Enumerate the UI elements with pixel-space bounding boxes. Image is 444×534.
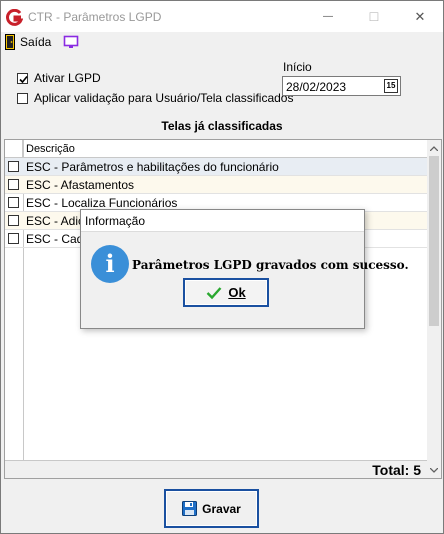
maximize-icon: ☐ bbox=[368, 9, 380, 24]
aplicar-validacao-label: Aplicar validação para Usuário/Tela clas… bbox=[34, 91, 294, 105]
checkmark-icon bbox=[206, 286, 222, 299]
row-checkbox[interactable] bbox=[8, 233, 19, 244]
row-checkbox[interactable] bbox=[8, 179, 19, 190]
scroll-up-button[interactable] bbox=[427, 140, 441, 156]
row-checkbox[interactable] bbox=[8, 161, 19, 172]
row-description: ESC - Parâmetros e habilitações do funci… bbox=[26, 160, 279, 174]
table-row[interactable]: ESC - Parâmetros e habilitações do funci… bbox=[5, 158, 427, 176]
monitor-icon[interactable] bbox=[63, 34, 79, 50]
calendar-icon[interactable]: 15 bbox=[384, 79, 398, 93]
ativar-lgpd-label: Ativar LGPD bbox=[34, 71, 101, 85]
maximize-button[interactable]: ☐ bbox=[351, 1, 397, 32]
row-description: ESC - Adiç bbox=[26, 214, 85, 228]
grid-footer: Total: 5 bbox=[5, 460, 427, 478]
row-description: ESC - Afastamentos bbox=[26, 178, 135, 192]
close-icon: ✕ bbox=[414, 8, 426, 24]
total-count: Total: 5 bbox=[372, 462, 421, 478]
scroll-thumb[interactable] bbox=[429, 156, 439, 326]
row-description: ESC - Localiza Funcionários bbox=[26, 196, 178, 210]
inicio-date-field[interactable]: 28/02/2023 15 bbox=[282, 76, 401, 96]
gravar-label: Gravar bbox=[202, 501, 241, 516]
inicio-date-value: 28/02/2023 bbox=[286, 80, 347, 94]
scroll-down-button[interactable] bbox=[427, 462, 441, 478]
dialog-message: Parâmetros LGPD gravados com sucesso. bbox=[132, 258, 409, 272]
information-dialog: Informação i Parâmetros LGPD gravados co… bbox=[80, 209, 409, 329]
grid-header: Descrição bbox=[5, 140, 427, 158]
row-checkbox[interactable] bbox=[8, 197, 19, 208]
close-button[interactable]: ✕ bbox=[397, 1, 443, 32]
door-exit-icon[interactable] bbox=[5, 34, 17, 50]
minimize-button[interactable]: — bbox=[305, 1, 351, 32]
vertical-scrollbar[interactable] bbox=[427, 140, 441, 478]
ativar-lgpd-checkbox[interactable] bbox=[17, 72, 28, 84]
inicio-label: Início bbox=[283, 60, 312, 74]
column-header-descricao[interactable]: Descrição bbox=[26, 143, 75, 155]
row-checkbox[interactable] bbox=[8, 215, 19, 226]
minimize-icon: — bbox=[323, 11, 333, 22]
gravar-button[interactable]: Gravar bbox=[164, 489, 259, 528]
table-row[interactable]: ESC - Afastamentos bbox=[5, 176, 427, 194]
window-title: CTR - Parâmetros LGPD bbox=[28, 10, 162, 24]
main-window: CTR - Parâmetros LGPD — ☐ ✕ Saída Ativar… bbox=[0, 0, 444, 534]
dialog-title: Informação bbox=[85, 214, 146, 228]
header-check-column bbox=[5, 140, 23, 158]
grid-title: Telas já classificadas bbox=[161, 119, 283, 133]
checkmark-icon bbox=[19, 75, 28, 83]
ok-label: Ok bbox=[228, 285, 246, 300]
chevron-down-icon bbox=[430, 467, 438, 473]
aplicar-validacao-option[interactable]: Aplicar validação para Usuário/Tela clas… bbox=[17, 91, 293, 105]
info-icon: i bbox=[91, 245, 129, 283]
title-bar: CTR - Parâmetros LGPD — ☐ ✕ bbox=[1, 1, 443, 32]
ativar-lgpd-option[interactable]: Ativar LGPD bbox=[17, 71, 101, 85]
aplicar-validacao-checkbox[interactable] bbox=[17, 92, 28, 104]
toolbar: Saída bbox=[1, 32, 443, 52]
dialog-title-bar[interactable]: Informação bbox=[81, 210, 364, 232]
app-logo-icon bbox=[6, 9, 23, 26]
floppy-disk-icon bbox=[182, 501, 198, 516]
exit-menu-item[interactable]: Saída bbox=[20, 35, 51, 49]
chevron-up-icon bbox=[430, 145, 438, 151]
ok-button[interactable]: Ok bbox=[183, 278, 269, 307]
